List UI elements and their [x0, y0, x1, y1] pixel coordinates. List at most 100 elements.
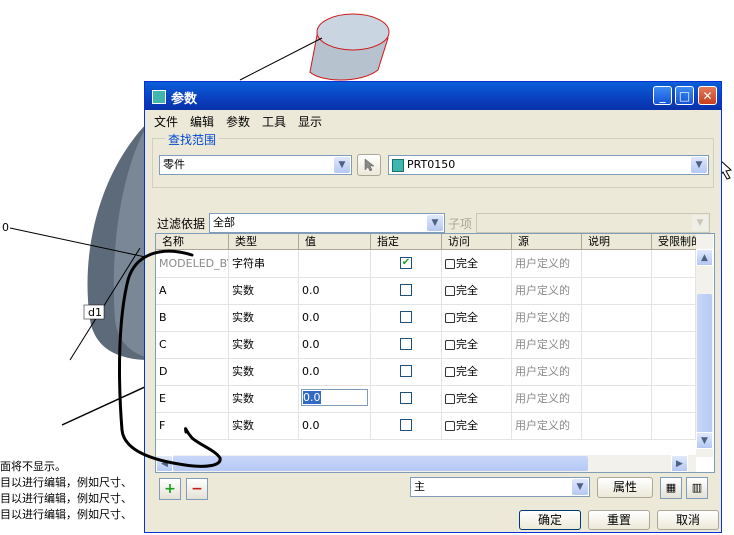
- reset-button[interactable]: 重置: [588, 510, 650, 530]
- designated-checkbox[interactable]: [400, 338, 412, 350]
- cell-type[interactable]: 字符串: [229, 250, 299, 277]
- table-row[interactable]: A 实数 0.0 完全 用户定义的: [156, 277, 696, 305]
- cell-description[interactable]: [582, 277, 652, 304]
- filter-select[interactable]: 全部 ▼: [209, 213, 445, 233]
- designated-checkbox[interactable]: [400, 311, 412, 323]
- cell-restricted[interactable]: [652, 277, 696, 304]
- scope-select[interactable]: 零件 ▼: [159, 155, 352, 175]
- cell-access[interactable]: 完全: [442, 331, 512, 358]
- cell-name[interactable]: C: [156, 331, 229, 358]
- designated-checkbox[interactable]: [400, 419, 412, 431]
- cell-name[interactable]: D: [156, 358, 229, 385]
- cell-restricted[interactable]: [652, 250, 696, 277]
- cell-description[interactable]: [582, 358, 652, 385]
- cell-access[interactable]: 完全: [442, 358, 512, 385]
- cell-access[interactable]: 完全: [442, 277, 512, 304]
- table-row[interactable]: F 实数 0.0 完全 用户定义的: [156, 412, 696, 440]
- cell-source[interactable]: 用户定义的: [512, 277, 582, 304]
- cell-type[interactable]: 实数: [229, 331, 299, 358]
- main-select[interactable]: 主 ▼: [410, 477, 590, 497]
- cell-type[interactable]: 实数: [229, 385, 299, 412]
- cell-restricted[interactable]: [652, 412, 696, 439]
- cell-access[interactable]: 完全: [442, 250, 512, 277]
- cell-source[interactable]: 用户定义的: [512, 304, 582, 331]
- column-view-icon[interactable]: ▥: [686, 477, 708, 499]
- table-row[interactable]: D 实数 0.0 完全 用户定义的: [156, 358, 696, 386]
- menu-tools[interactable]: 工具: [262, 113, 286, 130]
- vertical-scrollbar[interactable]: ▲ ▼: [696, 234, 713, 457]
- table-view-icon[interactable]: ▦: [660, 477, 682, 499]
- table-row[interactable]: B 实数 0.0 完全 用户定义的: [156, 304, 696, 332]
- cell-description[interactable]: [582, 412, 652, 439]
- scroll-down-button[interactable]: ▼: [696, 432, 713, 449]
- designated-checkbox[interactable]: [400, 392, 412, 404]
- cell-name[interactable]: B: [156, 304, 229, 331]
- value-edit-field[interactable]: 0.0: [299, 385, 371, 412]
- cell-value[interactable]: 0.0: [299, 412, 371, 439]
- col-source[interactable]: 源: [512, 234, 582, 249]
- cell-source[interactable]: 用户定义的: [512, 331, 582, 358]
- hscroll-thumb[interactable]: [173, 456, 588, 471]
- cell-restricted[interactable]: [652, 331, 696, 358]
- cancel-button[interactable]: 取消: [657, 510, 719, 530]
- cell-name[interactable]: MODELED_BY: [156, 250, 229, 277]
- scroll-thumb[interactable]: [697, 294, 712, 434]
- cell-name[interactable]: A: [156, 277, 229, 304]
- cell-source[interactable]: 用户定义的: [512, 358, 582, 385]
- cell-source[interactable]: 用户定义的: [512, 385, 582, 412]
- cell-value[interactable]: 0.0: [299, 331, 371, 358]
- close-button[interactable]: ✕: [698, 86, 717, 105]
- cell-type[interactable]: 实数: [229, 412, 299, 439]
- cell-type[interactable]: 实数: [229, 358, 299, 385]
- remove-parameter-button[interactable]: −: [186, 478, 208, 500]
- cell-restricted[interactable]: [652, 385, 696, 412]
- cell-restricted[interactable]: [652, 358, 696, 385]
- minimize-button[interactable]: _: [653, 86, 672, 105]
- select-model-button[interactable]: [357, 154, 381, 176]
- col-designated[interactable]: 指定: [371, 234, 442, 249]
- cell-name[interactable]: E: [156, 385, 229, 412]
- cell-value[interactable]: [299, 250, 371, 277]
- horizontal-scrollbar[interactable]: ◀ ▶: [156, 455, 696, 472]
- model-select[interactable]: PRT0150 ▼: [388, 155, 709, 175]
- designated-checkbox[interactable]: ✔: [400, 257, 412, 269]
- ok-button[interactable]: 确定: [519, 510, 581, 530]
- maximize-button[interactable]: □: [675, 86, 694, 105]
- cell-description[interactable]: [582, 304, 652, 331]
- menu-file[interactable]: 文件: [154, 113, 178, 130]
- cell-source[interactable]: 用户定义的: [512, 412, 582, 439]
- menu-edit[interactable]: 编辑: [190, 113, 214, 130]
- cell-value[interactable]: 0.0: [299, 277, 371, 304]
- cell-type[interactable]: 实数: [229, 277, 299, 304]
- cell-access[interactable]: 完全: [442, 304, 512, 331]
- menu-parameters[interactable]: 参数: [226, 113, 250, 130]
- cell-access[interactable]: 完全: [442, 385, 512, 412]
- col-access[interactable]: 访问: [442, 234, 512, 249]
- table-row[interactable]: E 实数 0.0 完全 用户定义的: [156, 385, 696, 413]
- table-row[interactable]: C 实数 0.0 完全 用户定义的: [156, 331, 696, 359]
- col-name[interactable]: 名称: [156, 234, 229, 249]
- cell-access[interactable]: 完全: [442, 412, 512, 439]
- scroll-right-button[interactable]: ▶: [671, 455, 688, 472]
- title-bar[interactable]: 参数 _ □ ✕: [145, 82, 721, 110]
- add-parameter-button[interactable]: +: [159, 478, 181, 500]
- designated-checkbox[interactable]: [400, 284, 412, 296]
- cell-name[interactable]: F: [156, 412, 229, 439]
- col-description[interactable]: 说明: [582, 234, 652, 249]
- table-row[interactable]: MODELED_BY 字符串 ✔ 完全 用户定义的: [156, 250, 696, 278]
- designated-checkbox[interactable]: [400, 365, 412, 377]
- cell-restricted[interactable]: [652, 304, 696, 331]
- cell-description[interactable]: [582, 250, 652, 277]
- col-value[interactable]: 值: [299, 234, 371, 249]
- cell-description[interactable]: [582, 385, 652, 412]
- scroll-up-button[interactable]: ▲: [696, 249, 713, 266]
- properties-button[interactable]: 属性: [597, 477, 653, 498]
- cell-value[interactable]: 0.0: [299, 304, 371, 331]
- scroll-left-button[interactable]: ◀: [156, 455, 173, 472]
- menu-display[interactable]: 显示: [298, 113, 322, 130]
- col-type[interactable]: 类型: [229, 234, 299, 249]
- cell-type[interactable]: 实数: [229, 304, 299, 331]
- cell-source[interactable]: 用户定义的: [512, 250, 582, 277]
- cell-description[interactable]: [582, 331, 652, 358]
- cell-value[interactable]: 0.0: [299, 358, 371, 385]
